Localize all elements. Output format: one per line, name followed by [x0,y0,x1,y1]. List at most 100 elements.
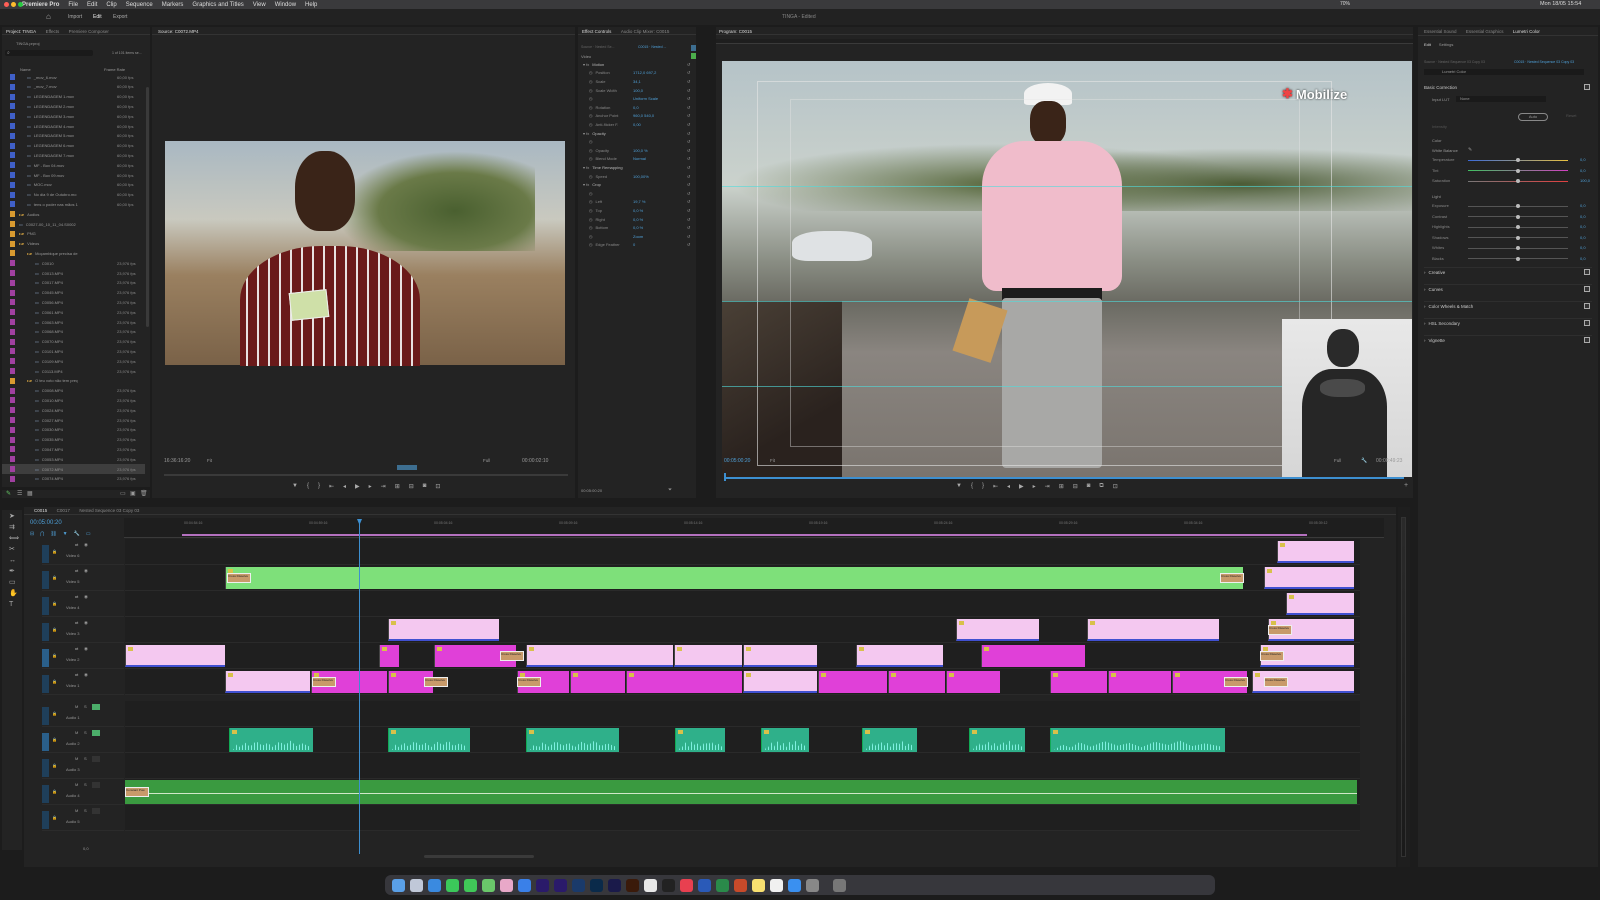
dock-illustrator-icon[interactable] [625,878,639,892]
list-item[interactable]: ▭ MOC.mov 60,00 fps [2,180,145,190]
video-clip[interactable] [1050,671,1107,693]
wrench-icon[interactable]: 🔧 [74,531,80,537]
video-clip[interactable] [570,671,625,693]
audio-clip[interactable] [675,728,725,752]
new-bin-icon[interactable]: ▭ [120,490,126,497]
tab-effects[interactable]: Effects [46,29,60,34]
tab-sequence-c0017[interactable]: C0017 [57,508,70,513]
dock-music-icon[interactable] [679,878,693,892]
list-item[interactable]: ▭ C0068.MP4 23,976 fps [2,327,145,337]
video-clip[interactable] [743,645,817,667]
track-header-video[interactable]: 🔒 ⇄ ◉ Video 5 [42,565,124,591]
menu-view[interactable]: View [253,2,266,8]
ec-property-row[interactable]: ◷ Scale Width 100,0 ↺ [583,86,695,95]
ec-property-row[interactable]: ◷ Uniform Scale ↺ [583,94,695,103]
ec-property-value[interactable]: 1712,0 697,2 [633,70,656,75]
dock-app-store-icon[interactable] [787,878,801,892]
section-enable-checkbox[interactable] [1584,269,1590,275]
source-quality-select[interactable]: Full [483,458,490,463]
program-timecode[interactable]: 00:05:00:20 [724,458,750,464]
list-item[interactable]: ▸▰ PNG [2,229,145,239]
video-clip[interactable] [856,645,943,667]
mute-button[interactable]: M [75,730,78,735]
razor-tool-icon[interactable]: ✂ [9,546,17,554]
lock-icon[interactable]: 🔒 [52,763,57,768]
lumetri-slider-track[interactable] [1468,204,1568,208]
ec-property-value[interactable]: 0,0 [633,105,639,110]
ec-property-value[interactable]: 0,00 [633,122,641,127]
lumetri-slider-value[interactable]: 0,0 [1580,245,1586,250]
video-clip[interactable] [981,645,1085,667]
transition-cross-dissolve[interactable]: Cross Dissolve [1264,677,1288,687]
ec-property-row[interactable]: ◷ Zoom ↺ [583,232,695,241]
slip-tool-icon[interactable]: ↔ [9,557,17,565]
list-item[interactable]: ▭ LEGENDAGEM 1.mov 60,00 fps [2,92,145,102]
reset-parameter-icon[interactable]: ↺ [687,62,690,67]
auto-button[interactable]: Auto [1518,113,1548,121]
audio-clip[interactable] [526,728,619,752]
list-item[interactable]: ▭ C0063.MP4 23,976 fps [2,317,145,327]
ec-property-row[interactable]: ◷ Opacity 100,0 % ↺ [583,146,695,155]
video-clip[interactable] [1087,619,1219,641]
mark-in-icon[interactable]: { [971,483,973,491]
list-item[interactable]: ▭ LEGENDAGEM 4.mov 60,00 fps [2,121,145,131]
transition-cross-dissolve[interactable]: Cross Dissolve [517,677,541,687]
solo-button[interactable]: S [84,704,87,709]
track-header-video[interactable]: 🔒 ⇄ ◉ Video 1 [42,669,124,695]
step-forward-icon[interactable]: ▸ [1033,483,1036,491]
list-item[interactable]: ▭ C0101.MP4 23,976 fps [2,346,145,356]
video-clip[interactable] [1277,541,1354,563]
add-marker-icon[interactable]: ▼ [956,483,962,491]
toggle-animation-icon[interactable]: ◷ [589,225,593,230]
mute-button[interactable]: M [75,756,78,761]
lumetri-slider-knob[interactable] [1516,214,1520,219]
lumetri-section-header[interactable]: › Color Wheels & Match [1424,301,1592,311]
reset-parameter-icon[interactable]: ↺ [687,96,690,101]
ec-property-value[interactable]: Zoom [633,234,643,239]
ec-property-row[interactable]: ◷ Edge Feather 0 ↺ [583,241,695,250]
list-item[interactable]: ▭ C0056.MP4 23,976 fps [2,297,145,307]
program-quality-select[interactable]: Full [1334,458,1341,463]
ec-property-row[interactable]: ◷ Right 0,0 % ↺ [583,215,695,224]
ec-property-row[interactable]: ◷ Anchor Point 960,0 540,0 ↺ [583,112,695,121]
reset-parameter-icon[interactable]: ↺ [687,199,690,204]
program-settings-icon[interactable]: 🔧 [1361,458,1367,464]
sync-lock-icon[interactable]: ⇄ [75,594,78,599]
dock-photos-icon[interactable] [499,878,513,892]
tab-export[interactable]: Export [113,14,127,20]
toggle-animation-icon[interactable]: ◷ [589,88,593,93]
lumetri-target-label[interactable]: C0015 · Nested Sequence 03 Copy 03 [1514,60,1574,64]
dock-finder-icon[interactable] [391,878,405,892]
add-marker-icon[interactable]: ▼ [292,483,298,491]
lock-icon[interactable]: 🔒 [52,627,57,632]
tab-lumetri-edit[interactable]: Edit [1424,42,1431,47]
go-to-in-icon[interactable]: ⇤ [329,483,334,491]
list-item[interactable]: ▭ LEGENDAGEM 7.mov 60,00 fps [2,150,145,160]
program-fit-select[interactable]: Fit [770,458,775,463]
overwrite-icon[interactable]: ⊟ [409,483,414,491]
lumetri-slider-track[interactable] [1468,214,1568,219]
dock-whatsapp-icon[interactable] [445,878,459,892]
lumetri-slider-knob[interactable] [1516,256,1520,261]
lumetri-slider-knob[interactable] [1516,225,1520,229]
dock-messages-icon[interactable] [463,878,477,892]
eyedropper-icon[interactable]: ✎ [1468,147,1472,153]
vr-video-icon[interactable]: ⊡ [1113,483,1118,491]
project-scrollbar[interactable] [146,87,149,327]
section-enable-checkbox[interactable] [1584,303,1590,309]
source-scrub-bar[interactable] [164,474,568,476]
app-menu[interactable]: Premiere Pro [22,2,59,8]
reset-parameter-icon[interactable]: ↺ [687,191,690,196]
home-icon[interactable]: ⌂ [46,12,51,21]
basic-correction-header[interactable]: Basic Correction [1424,85,1457,90]
mute-button[interactable]: M [75,808,78,813]
icon-view-icon[interactable]: ▦ [27,490,33,497]
list-item[interactable]: ▭ LEGENDAGEM 6.mov 60,00 fps [2,141,145,151]
dock-calendar-icon[interactable] [769,878,783,892]
list-item[interactable]: ▭ MF - Box 04.mov 60,00 fps [2,160,145,170]
reset-parameter-icon[interactable]: ↺ [687,148,690,153]
video-clip[interactable] [1264,567,1354,589]
ec-property-value[interactable]: 100,00% [633,174,649,179]
ec-property-row[interactable]: ◷ Rotation 0,0 ↺ [583,103,695,112]
lumetri-slider-track[interactable] [1468,158,1568,162]
